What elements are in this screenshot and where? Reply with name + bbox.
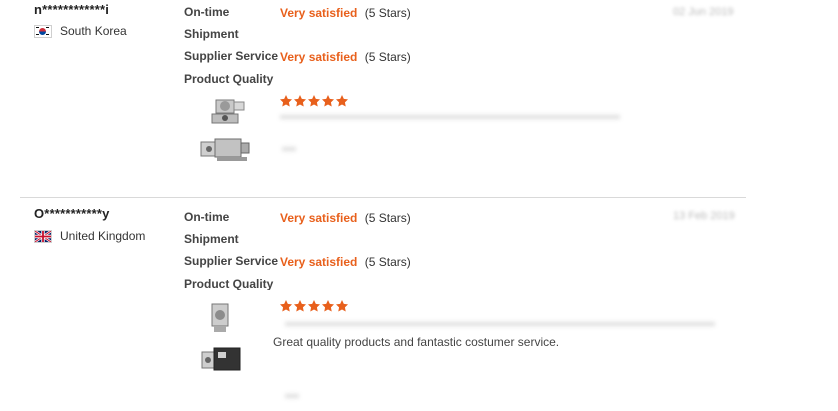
label-supplier-service: Supplier Service — [184, 254, 279, 268]
product-thumbnail[interactable] — [200, 96, 264, 132]
supplier-rating-text: Very satisfied — [280, 255, 358, 269]
star-icon — [293, 299, 307, 313]
review-divider — [20, 197, 746, 198]
supplier-rating-text: Very satisfied — [280, 50, 358, 64]
ontime-rating-stars: (5 Stars) — [364, 6, 411, 20]
blurred-comment — [285, 394, 299, 398]
quality-stars — [279, 94, 349, 108]
review-date: 13 Feb 2019 — [673, 210, 735, 222]
ontime-rating-text: Very satisfied — [280, 6, 358, 20]
united-kingdom-flag-icon — [34, 229, 52, 243]
supplier-rating: Very satisfied (5 Stars) — [280, 255, 411, 269]
supplier-rating-stars: (5 Stars) — [364, 255, 411, 269]
review-2-lower-panel: Great quality products and fantastic cos… — [0, 290, 838, 411]
country-name: South Korea — [60, 24, 127, 38]
review-date: 02 Jun 2019 — [673, 6, 734, 18]
star-icon — [279, 299, 293, 313]
blurred-comment — [280, 115, 620, 119]
buyer-name: O***********y — [34, 206, 110, 221]
blurred-comment — [282, 147, 296, 151]
country-name: United Kingdom — [60, 229, 146, 243]
label-product-quality: Product Quality — [184, 72, 274, 86]
product-thumbnail[interactable] — [200, 301, 264, 337]
star-icon — [335, 94, 349, 108]
label-shipment: Shipment — [184, 27, 239, 41]
supplier-rating: Very satisfied (5 Stars) — [280, 50, 411, 64]
ontime-rating: Very satisfied (5 Stars) — [280, 6, 411, 20]
buyer-name: n************i — [34, 2, 110, 17]
label-product-quality: Product Quality — [184, 277, 274, 291]
star-icon — [321, 299, 335, 313]
buyer-country: South Korea — [34, 24, 127, 38]
south-korea-flag-icon — [34, 24, 52, 38]
star-icon — [321, 94, 335, 108]
star-icon — [307, 94, 321, 108]
star-icon — [307, 299, 321, 313]
buyer-country: United Kingdom — [34, 229, 145, 243]
ontime-rating: Very satisfied (5 Stars) — [280, 211, 411, 225]
label-ontime: On-time — [184, 5, 230, 19]
review-comment: Great quality products and fantastic cos… — [273, 335, 560, 349]
supplier-rating-stars: (5 Stars) — [364, 50, 411, 64]
label-shipment: Shipment — [184, 232, 239, 246]
ontime-rating-text: Very satisfied — [280, 211, 358, 225]
star-icon — [293, 94, 307, 108]
ontime-rating-stars: (5 Stars) — [364, 211, 411, 225]
blurred-comment — [285, 322, 715, 326]
label-supplier-service: Supplier Service — [184, 49, 279, 63]
quality-stars — [279, 299, 349, 313]
product-thumbnail[interactable] — [198, 342, 262, 378]
star-icon — [279, 94, 293, 108]
product-thumbnail[interactable] — [197, 134, 261, 170]
star-icon — [335, 299, 349, 313]
label-ontime: On-time — [184, 210, 230, 224]
